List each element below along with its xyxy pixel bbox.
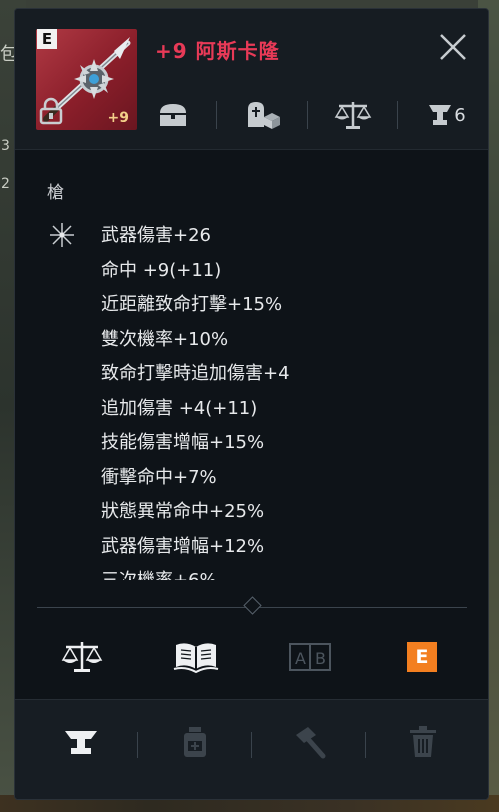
potion-bottle-icon <box>184 727 206 757</box>
inventory-transfer-button[interactable] <box>241 95 285 135</box>
svg-text:A: A <box>295 649 306 668</box>
hammer-button[interactable] <box>285 720 333 764</box>
svg-text:B: B <box>315 649 326 668</box>
header-separator <box>307 101 308 129</box>
e-tab-badge: E <box>407 642 437 672</box>
trash-button[interactable] <box>399 720 447 764</box>
background-number: 3 <box>1 138 10 154</box>
stats-section: 槍 武器傷害+26 命中 +9(+11) 近距離致命打擊+15% 雙次機率+10… <box>15 150 488 580</box>
stat-line: 雙次機率+10% <box>101 328 229 350</box>
chest-icon <box>160 104 186 126</box>
stat-line: 衝擊命中+7% <box>101 466 217 488</box>
stat-line: 武器傷害增幅+12% <box>101 535 265 557</box>
weapon-category: 槍 <box>47 183 64 203</box>
potion-button[interactable] <box>171 720 219 764</box>
item-tooltip-panel: +9 E +9 阿斯卡隆 6 槍 武器傷害+26 命中 +9(+11) 近距離致… <box>14 8 489 800</box>
tab-book[interactable] <box>171 635 221 679</box>
scales-icon <box>334 102 372 129</box>
trophy-button[interactable]: 6 <box>419 95 475 135</box>
ab-compare-icon: A B <box>289 643 331 671</box>
grade-badge: E <box>37 29 57 49</box>
stat-line: 命中 +9(+11) <box>101 259 222 281</box>
stat-line: 武器傷害+26 <box>101 225 211 246</box>
divider-diamond <box>243 596 262 615</box>
action-bar <box>15 699 488 799</box>
stat-line: 追加傷害 +4(+11) <box>101 397 258 419</box>
sparkle-icon <box>50 223 74 247</box>
stat-list: 武器傷害+26 命中 +9(+11) 近距離致命打擊+15% 雙次機率+10% … <box>101 224 290 580</box>
header-separator <box>216 101 217 129</box>
anvil-icon <box>65 731 97 754</box>
anvil-button[interactable] <box>57 720 105 764</box>
stat-line: 致命打擊時追加傷害+4 <box>101 363 290 384</box>
background-number: 2 <box>1 176 10 192</box>
stat-line: 技能傷害增幅+15% <box>101 432 265 453</box>
storage-chest-button[interactable] <box>153 95 193 135</box>
tab-ab-compare[interactable]: A B <box>285 635 335 679</box>
hammer-icon <box>296 727 326 759</box>
compare-button[interactable] <box>331 95 375 135</box>
anvil-trophy-icon <box>429 105 452 125</box>
close-icon <box>440 34 466 60</box>
tombstone-box-icon <box>248 102 280 129</box>
action-separator <box>251 732 252 758</box>
action-separator <box>365 732 366 758</box>
close-button[interactable] <box>435 29 471 65</box>
tab-enhance[interactable]: E <box>397 635 447 679</box>
open-book-icon <box>173 643 219 674</box>
item-header: +9 E +9 阿斯卡隆 6 <box>15 9 488 149</box>
stat-line: 近距離致命打擊+15% <box>101 294 283 315</box>
trash-icon <box>410 726 436 757</box>
lock-icon <box>39 97 63 125</box>
scales-icon <box>61 642 103 672</box>
detail-tabs: A B E <box>15 619 488 689</box>
stat-line: 狀態異常命中+25% <box>101 501 265 522</box>
header-separator <box>397 101 398 129</box>
action-separator <box>137 732 138 758</box>
stat-line: 三次機率+6% <box>101 569 290 580</box>
item-name: +9 阿斯卡隆 <box>155 39 280 63</box>
tab-compare[interactable] <box>57 635 107 679</box>
enhance-level: +9 <box>107 110 129 126</box>
trophy-count: 6 <box>454 104 466 126</box>
